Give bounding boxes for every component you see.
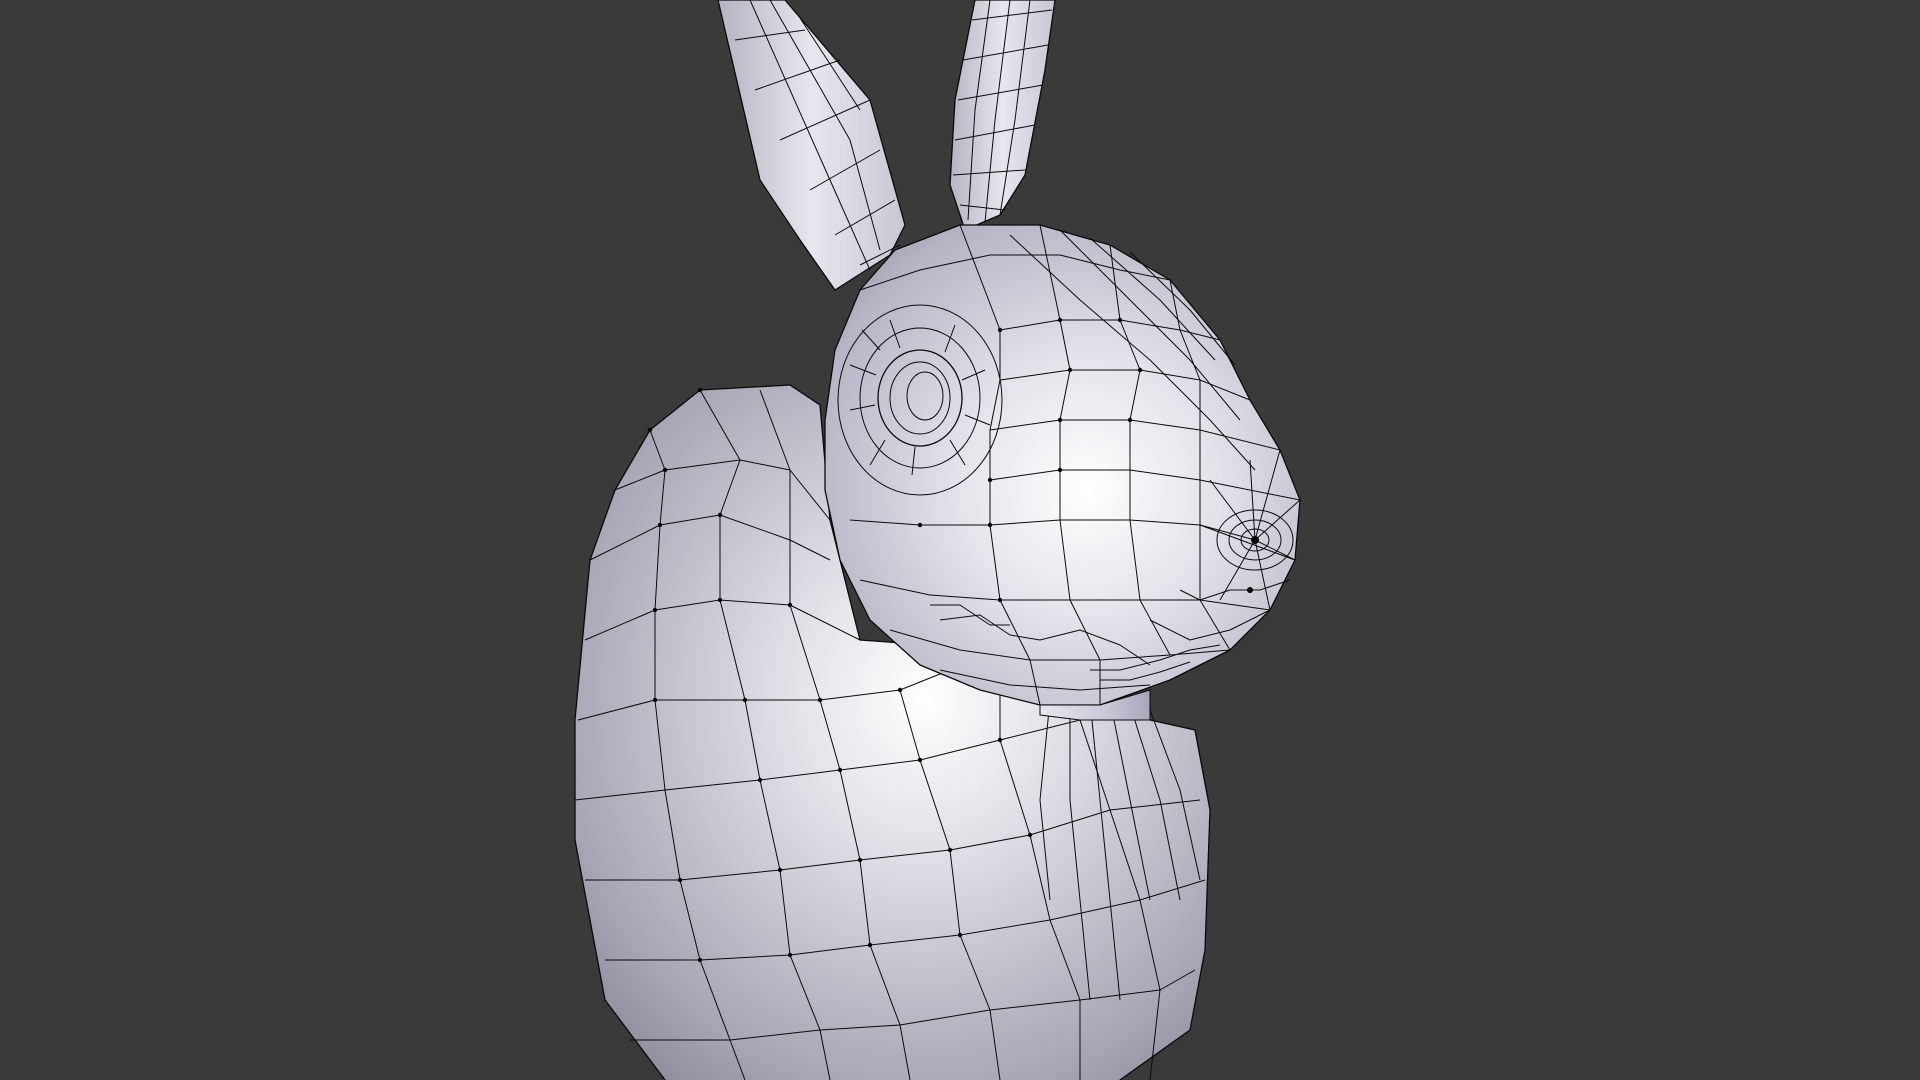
left-ear (717, 0, 906, 291)
bunny-head (824, 224, 1301, 706)
mesh-render[interactable] (0, 0, 1920, 1080)
3d-viewport[interactable] (0, 0, 1920, 1080)
right-ear (949, 0, 1056, 231)
